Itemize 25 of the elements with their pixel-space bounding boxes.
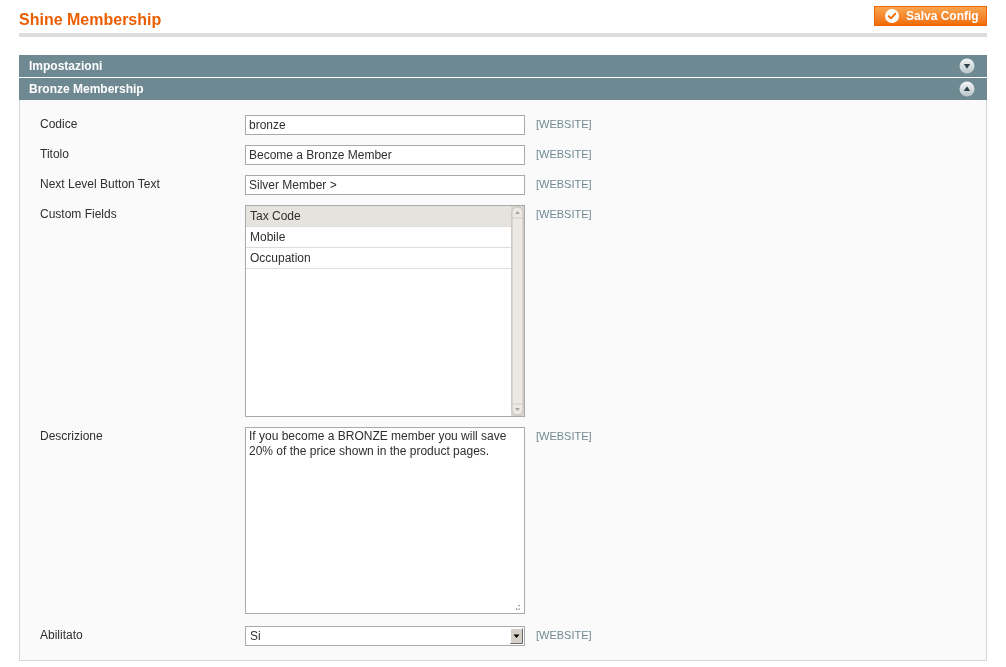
multi-select-list[interactable]: Tax Code Mobile Occupation <box>245 205 525 417</box>
field-label: Codice <box>40 117 78 131</box>
scope-label: [WEBSITE] <box>536 430 592 442</box>
text-input[interactable]: Become a Bronze Member <box>245 145 525 165</box>
section-header[interactable]: Impostazioni <box>19 55 987 77</box>
field-label: Titolo <box>40 147 69 161</box>
check-icon <box>885 9 899 23</box>
text-input[interactable]: bronze <box>245 115 525 135</box>
page-title: Shine Membership <box>19 11 162 29</box>
dropdown-arrow-icon[interactable] <box>510 628 523 644</box>
field-label: Next Level Button Text <box>40 177 160 191</box>
scope-label: [WEBSITE] <box>536 629 592 641</box>
description-textarea[interactable]: If you become a BRONZE member you will save 20% of the price shown in the product pages. <box>245 427 525 614</box>
field-label: Abilitato <box>40 628 83 642</box>
resize-grip-icon[interactable] <box>516 605 520 610</box>
scope-label: [WEBSITE] <box>536 208 592 220</box>
scope-label: [WEBSITE] <box>536 118 592 130</box>
field-label: Custom Fields <box>40 207 117 221</box>
field-label: Descrizione <box>40 429 103 443</box>
list-option[interactable]: Tax Code <box>246 206 511 227</box>
scope-label: [WEBSITE] <box>536 148 592 160</box>
dropdown-select[interactable]: Si <box>245 626 525 646</box>
scope-label: [WEBSITE] <box>536 178 592 190</box>
section-header[interactable]: Bronze Membership <box>19 78 987 100</box>
text-input[interactable]: Silver Member > <box>245 175 525 195</box>
